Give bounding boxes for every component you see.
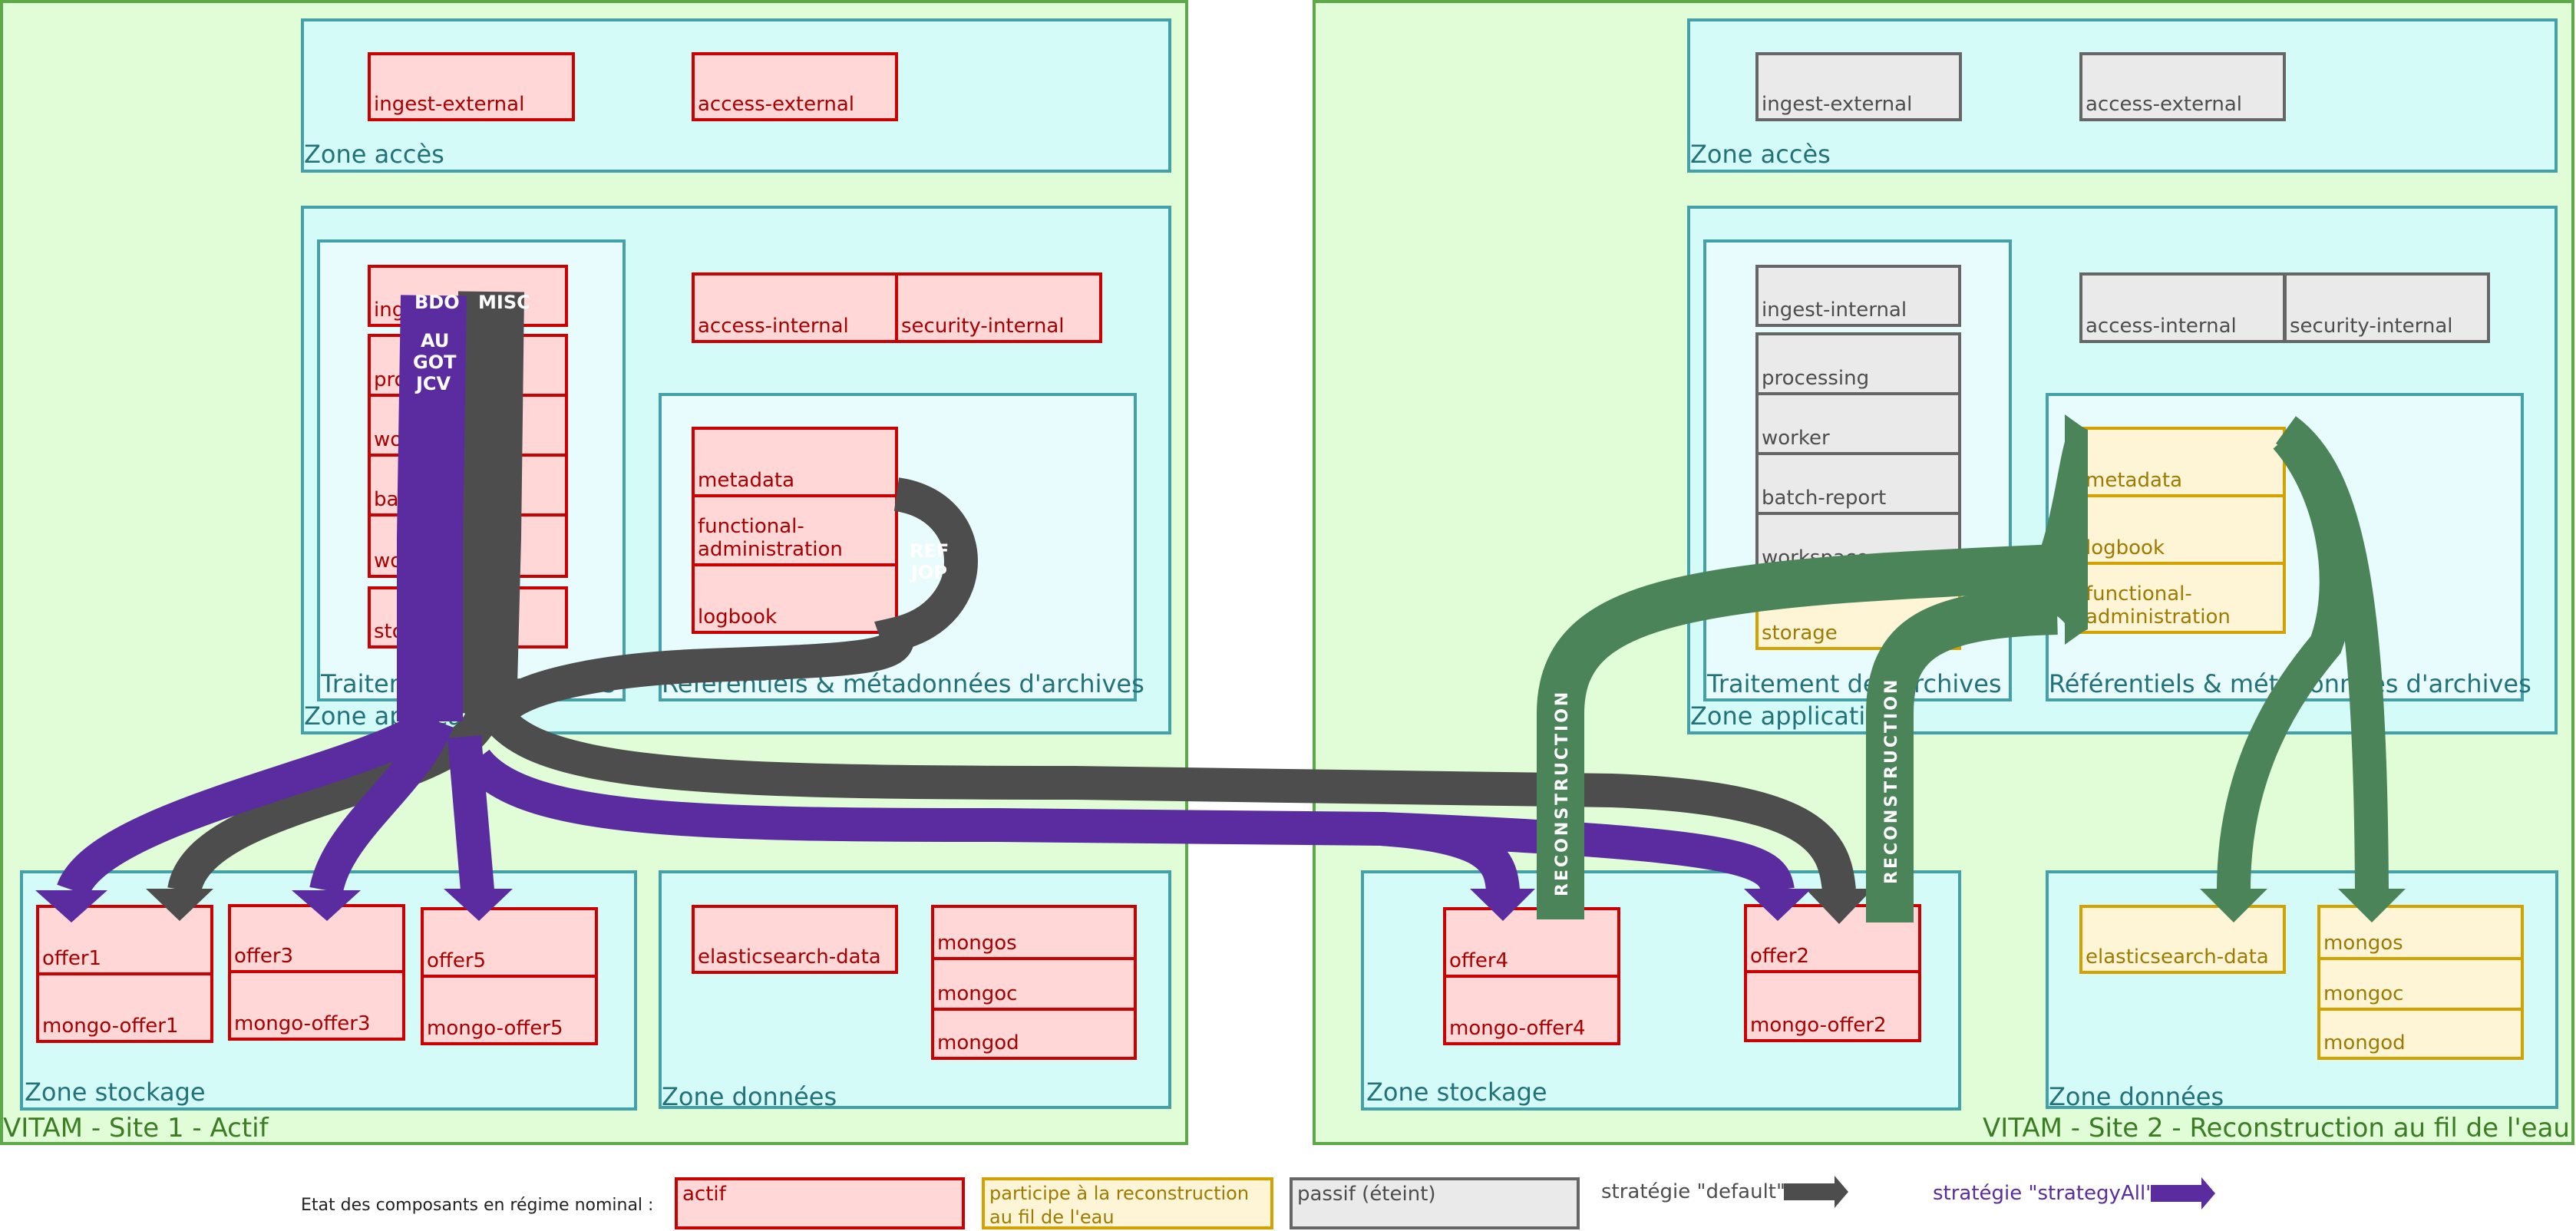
site2-offer2[interactable]: offer2 [1744, 904, 1921, 973]
site2-ingest-external[interactable]: ingest-external [1755, 52, 1962, 121]
site2-storage[interactable]: storage [1755, 581, 1961, 650]
site1-access-internal[interactable]: access-internal [692, 272, 898, 343]
site2-mongos[interactable]: mongos [2317, 905, 2524, 960]
site2-offer4[interactable]: offer4 [1443, 907, 1620, 978]
site2-functional-administration[interactable]: functional-administration [2079, 562, 2286, 634]
site2-workspace[interactable]: workspace [1755, 512, 1961, 575]
site2-metadata[interactable]: metadata [2079, 427, 2286, 497]
site2-zone-applicative-label: Zone applicative [1690, 701, 1895, 731]
legend-reconstruction-label: participe à la reconstruction au fil de … [989, 1183, 1250, 1229]
site2-access-internal[interactable]: access-internal [2079, 272, 2286, 343]
site1-functional-administration[interactable]: functional-administration [692, 494, 898, 566]
site1-elasticsearch-data[interactable]: elasticsearch-data [692, 905, 898, 974]
site2-mongod[interactable]: mongod [2317, 1008, 2524, 1060]
legend-caption: Etat des composants en régime nominal : [301, 1196, 654, 1215]
legend-reconstruction: participe à la reconstruction au fil de … [982, 1177, 1273, 1229]
site1-zone-stockage-label: Zone stockage [25, 1078, 206, 1107]
site1-mongo-offer5[interactable]: mongo-offer5 [421, 975, 598, 1045]
legend-strategyall-arrow-icon [2151, 1177, 2215, 1210]
legend-strategy-default: stratégie "default" [1601, 1180, 1785, 1203]
site2-access-external[interactable]: access-external [2079, 52, 2286, 121]
site1-zone-applicative-label: Zone applicative [304, 701, 509, 731]
site1-mongoc[interactable]: mongoc [931, 957, 1137, 1011]
site1-zone-donnees-label: Zone données [662, 1082, 837, 1111]
site1-ingest-internal[interactable]: ingest-internal [368, 265, 568, 327]
site2-mongoc[interactable]: mongoc [2317, 957, 2524, 1011]
site1-mongod[interactable]: mongod [931, 1008, 1137, 1060]
site1-mongo-offer1[interactable]: mongo-offer1 [36, 972, 213, 1043]
site2-zone-stockage-label: Zone stockage [1366, 1078, 1547, 1107]
site1-logbook[interactable]: logbook [692, 563, 898, 634]
site1-metadata[interactable]: metadata [692, 427, 898, 497]
site2-mongo-offer4[interactable]: mongo-offer4 [1443, 975, 1620, 1045]
site1-zone-acces-label: Zone accès [304, 140, 444, 169]
site1-workspace[interactable]: workspace [368, 513, 568, 578]
site2-logbook[interactable]: logbook [2079, 494, 2286, 565]
site2-referentiels-label: Référentiels & métadonnées d'archives [2049, 669, 2531, 698]
site1-security-internal[interactable]: security-internal [895, 272, 1102, 343]
site1-referentiels-label: Référentiels & métadonnées d'archives [662, 669, 1144, 698]
site-2-title: VITAM - Site 2 - Reconstruction au fil d… [1982, 1113, 2570, 1144]
site2-ingest-internal[interactable]: ingest-internal [1755, 265, 1961, 327]
site2-batch-report[interactable]: batch-report [1755, 452, 1961, 515]
site2-zone-acces-label: Zone accès [1690, 140, 1831, 169]
site2-traitement-label: Traitement des archives [1707, 669, 2002, 698]
legend-actif: actif [675, 1177, 965, 1229]
site1-access-external[interactable]: access-external [692, 52, 898, 121]
site1-mongos[interactable]: mongos [931, 905, 1137, 960]
legend-passif-label: passif (éteint) [1297, 1183, 1436, 1206]
legend-default-arrow-icon [1784, 1176, 1848, 1208]
site2-worker[interactable]: worker [1755, 392, 1961, 455]
site1-traitement-label: Traitement des archives [321, 669, 616, 698]
site-1-title: VITAM - Site 1 - Actif [3, 1113, 269, 1144]
site1-worker[interactable]: worker [368, 394, 568, 457]
site1-batch-report[interactable]: batch-report [368, 454, 568, 516]
site1-processing[interactable]: processing [368, 334, 568, 397]
site1-mongo-offer3[interactable]: mongo-offer3 [228, 970, 405, 1041]
site1-offer1[interactable]: offer1 [36, 905, 213, 975]
legend-passif: passif (éteint) [1290, 1177, 1580, 1229]
site2-processing[interactable]: processing [1755, 332, 1961, 395]
site2-mongo-offer2[interactable]: mongo-offer2 [1744, 970, 1921, 1042]
site2-security-internal[interactable]: security-internal [2284, 272, 2490, 343]
site2-elasticsearch-data[interactable]: elasticsearch-data [2079, 905, 2286, 974]
site1-offer3[interactable]: offer3 [228, 904, 405, 973]
site2-zone-donnees-label: Zone données [2049, 1082, 2224, 1111]
site1-storage[interactable]: storage [368, 586, 568, 649]
legend-actif-label: actif [682, 1183, 726, 1206]
legend-strategy-all: stratégie "strategyAll" [1933, 1182, 2155, 1205]
site1-offer5[interactable]: offer5 [421, 907, 598, 978]
site1-ingest-external[interactable]: ingest-external [368, 52, 575, 121]
